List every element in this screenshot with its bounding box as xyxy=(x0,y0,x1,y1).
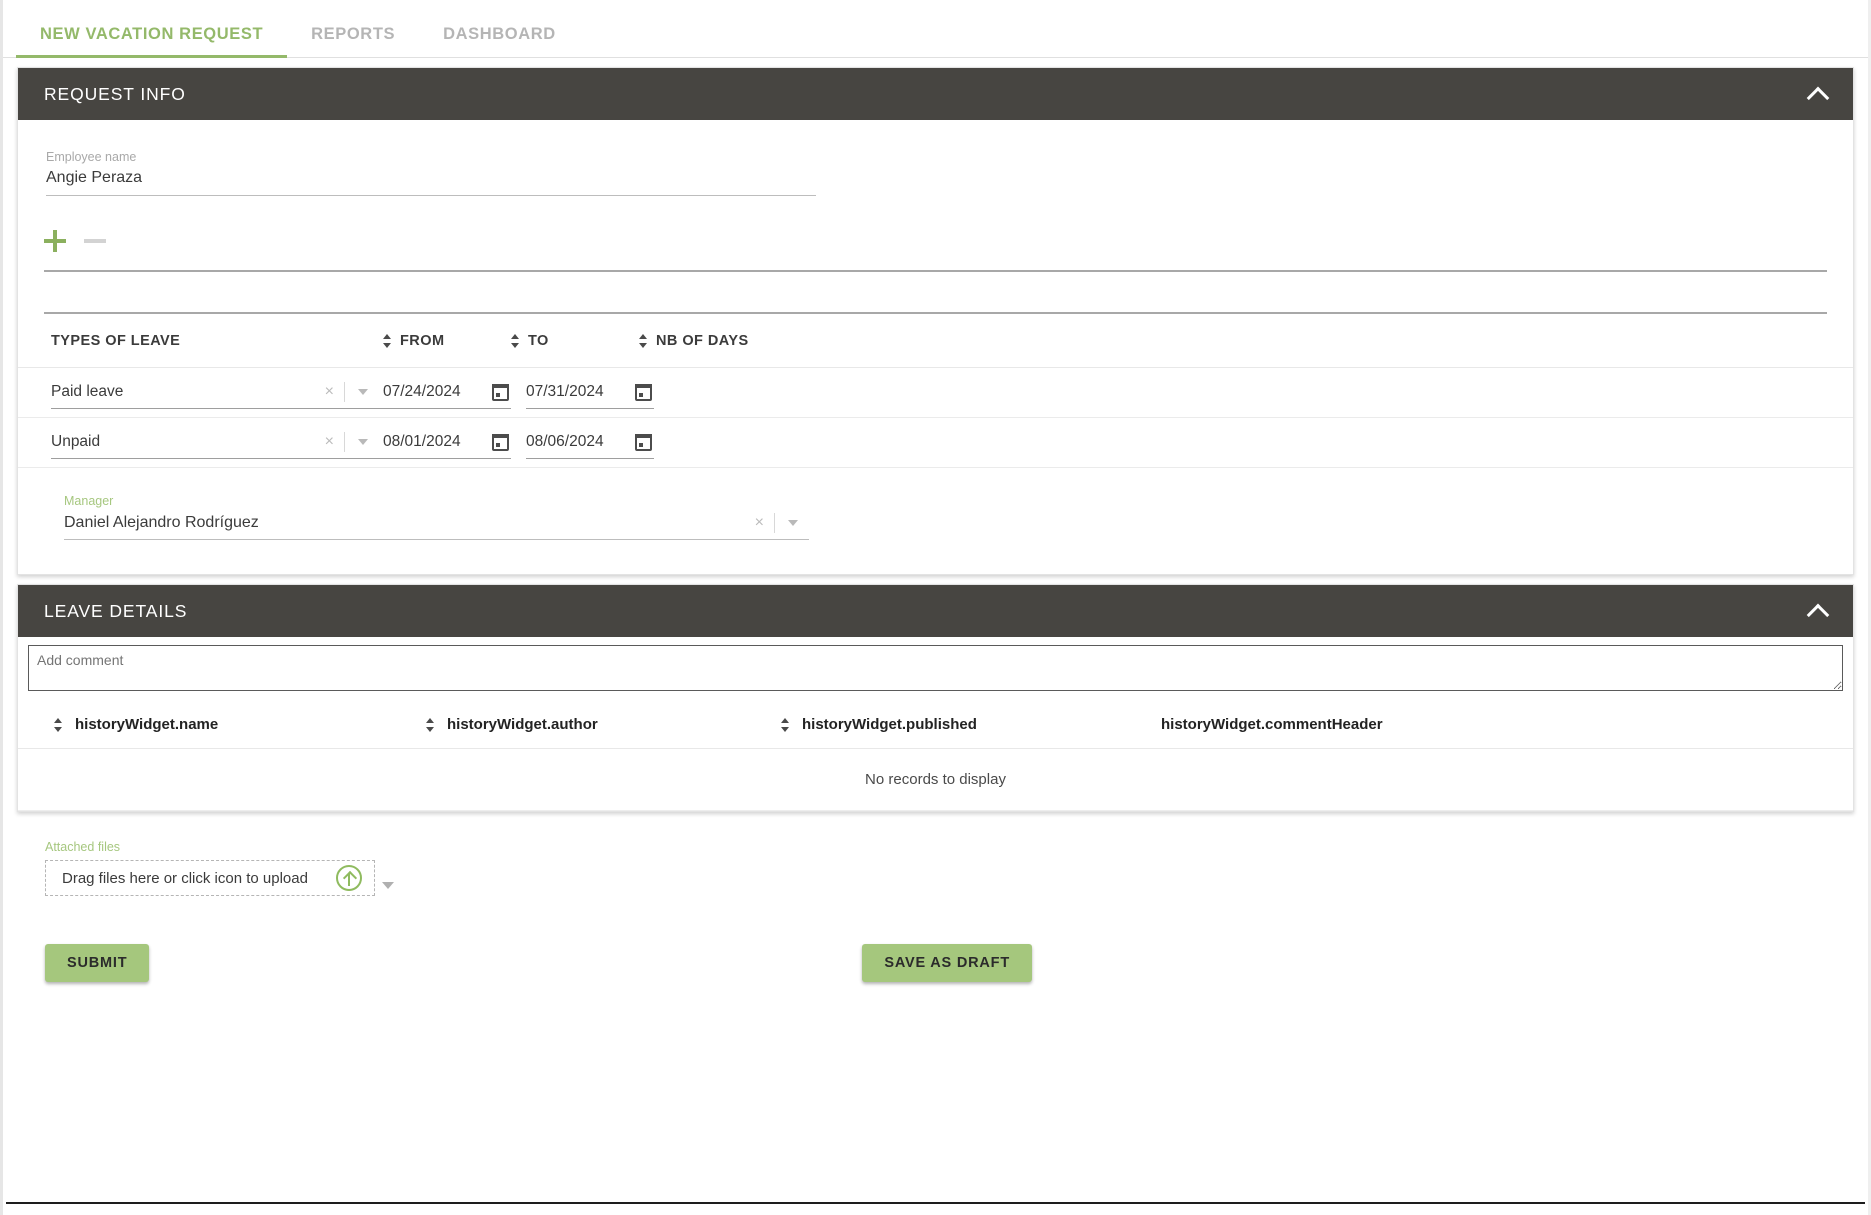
comment-textarea[interactable] xyxy=(28,645,1843,691)
chevron-down-icon[interactable] xyxy=(382,881,394,889)
sort-icon xyxy=(511,333,520,349)
leave-type-select[interactable]: Paid leave × xyxy=(51,376,383,409)
table-row: Paid leave × 07/24/2024 07/31/2024 xyxy=(18,368,1853,418)
remove-row-icon[interactable] xyxy=(84,239,106,243)
chevron-down-icon[interactable] xyxy=(358,389,368,395)
upload-arrow-icon[interactable] xyxy=(336,865,362,891)
employee-name-input[interactable]: Angie Peraza xyxy=(46,169,816,196)
calendar-icon[interactable] xyxy=(492,433,509,451)
manager-select[interactable]: Daniel Alejandro Rodríguez × xyxy=(64,513,809,540)
separator xyxy=(344,432,345,452)
to-date-value: 08/06/2024 xyxy=(526,433,604,450)
add-row-icon[interactable] xyxy=(44,230,66,252)
history-empty-message: No records to display xyxy=(18,749,1853,811)
column-label: TYPES OF LEAVE xyxy=(51,332,181,349)
calendar-icon[interactable] xyxy=(635,383,652,401)
request-info-header: REQUEST INFO xyxy=(18,68,1853,120)
leave-type-value: Paid leave xyxy=(51,383,124,400)
column-header-history-published[interactable]: historyWidget.published xyxy=(781,716,1161,733)
sort-icon xyxy=(781,717,790,733)
attachments-block: Attached files Drag files here or click … xyxy=(3,812,1868,896)
tab-new-vacation-request[interactable]: NEW VACATION REQUEST xyxy=(16,25,288,58)
leave-type-value: Unpaid xyxy=(51,433,101,450)
submit-button[interactable]: SUBMIT xyxy=(45,944,150,982)
table-row: Unpaid × 08/01/2024 08/06/2024 xyxy=(18,418,1853,468)
history-table-header: historyWidget.name historyWidget.author … xyxy=(18,701,1853,749)
separator xyxy=(344,382,345,402)
column-header-history-author[interactable]: historyWidget.author xyxy=(426,716,781,733)
calendar-icon[interactable] xyxy=(635,433,652,451)
calendar-icon[interactable] xyxy=(492,383,509,401)
column-label: historyWidget.commentHeader xyxy=(1161,716,1383,733)
column-header-history-comment: historyWidget.commentHeader xyxy=(1161,716,1541,733)
bottom-divider xyxy=(6,1202,1865,1204)
chevron-down-icon[interactable] xyxy=(358,439,368,445)
manager-field[interactable]: Manager Daniel Alejandro Rodríguez × xyxy=(64,494,809,540)
sort-icon xyxy=(639,333,648,349)
leave-details-header: LEAVE DETAILS xyxy=(18,585,1853,637)
chevron-up-icon[interactable] xyxy=(1807,600,1829,622)
column-header-nb-of-days[interactable]: NB OF DAYS xyxy=(639,333,839,349)
column-label: NB OF DAYS xyxy=(656,332,749,349)
tab-dashboard[interactable]: DASHBOARD xyxy=(419,25,580,58)
row-actions xyxy=(18,196,1853,270)
leave-type-select[interactable]: Unpaid × xyxy=(51,426,383,459)
clear-icon[interactable]: × xyxy=(315,434,344,450)
tab-bar: NEW VACATION REQUEST REPORTS DASHBOARD xyxy=(3,0,1868,58)
tab-label: NEW VACATION REQUEST xyxy=(40,25,264,43)
employee-name-label: Employee name xyxy=(46,150,137,164)
dropzone-text: Drag files here or click icon to upload xyxy=(62,869,308,887)
to-date-field[interactable]: 07/31/2024 xyxy=(526,376,654,409)
from-date-value: 07/24/2024 xyxy=(383,383,461,400)
from-date-field[interactable]: 08/01/2024 xyxy=(383,426,511,459)
sort-icon xyxy=(426,717,435,733)
app-page: NEW VACATION REQUEST REPORTS DASHBOARD R… xyxy=(0,0,1871,1215)
column-header-types-of-leave[interactable]: TYPES OF LEAVE xyxy=(51,333,383,349)
column-header-to[interactable]: TO xyxy=(511,333,639,349)
column-label: historyWidget.published xyxy=(802,716,977,733)
manager-value: Daniel Alejandro Rodríguez xyxy=(64,514,259,531)
to-date-field[interactable]: 08/06/2024 xyxy=(526,426,654,459)
column-label: TO xyxy=(528,332,549,349)
request-info-body: Employee name Angie Peraza TYPES OF LEAV… xyxy=(18,120,1853,574)
action-buttons: SUBMIT SAVE AS DRAFT xyxy=(3,896,1868,982)
employee-name-block: Employee name Angie Peraza xyxy=(18,120,1853,196)
employee-name-field[interactable]: Employee name Angie Peraza xyxy=(46,150,816,196)
tab-reports[interactable]: REPORTS xyxy=(287,25,419,58)
column-header-history-name[interactable]: historyWidget.name xyxy=(54,716,426,733)
from-date-value: 08/01/2024 xyxy=(383,433,461,450)
column-label: FROM xyxy=(400,332,445,349)
chevron-up-icon[interactable] xyxy=(1807,83,1829,105)
save-as-draft-button[interactable]: SAVE AS DRAFT xyxy=(862,944,1032,982)
request-info-card: REQUEST INFO Employee name Angie Peraza xyxy=(17,67,1854,575)
clear-icon[interactable]: × xyxy=(745,515,774,531)
sort-icon xyxy=(383,333,392,349)
leave-details-card: LEAVE DETAILS historyWidget.name history… xyxy=(17,584,1854,812)
sort-icon xyxy=(54,717,63,733)
leave-details-title: LEAVE DETAILS xyxy=(44,600,188,621)
to-date-value: 07/31/2024 xyxy=(526,383,604,400)
column-label: historyWidget.author xyxy=(447,716,598,733)
leave-table-header: TYPES OF LEAVE FROM TO NB OF DAYS xyxy=(18,314,1853,368)
leave-types-table: TYPES OF LEAVE FROM TO NB OF DAYS Paid l… xyxy=(18,314,1853,468)
from-date-field[interactable]: 07/24/2024 xyxy=(383,376,511,409)
separator xyxy=(774,513,775,533)
chevron-down-icon[interactable] xyxy=(788,520,798,526)
tab-label: REPORTS xyxy=(311,25,396,43)
tab-label: DASHBOARD xyxy=(443,25,556,43)
leave-details-body: historyWidget.name historyWidget.author … xyxy=(18,637,1853,811)
file-dropzone[interactable]: Drag files here or click icon to upload xyxy=(45,860,375,896)
request-info-title: REQUEST INFO xyxy=(44,83,186,104)
attached-files-label: Attached files xyxy=(45,840,121,854)
clear-icon[interactable]: × xyxy=(315,384,344,400)
attached-files-row: Drag files here or click icon to upload xyxy=(45,860,1868,896)
manager-label: Manager xyxy=(64,494,114,508)
manager-block: Manager Daniel Alejandro Rodríguez × xyxy=(18,468,1853,574)
column-label: historyWidget.name xyxy=(75,716,219,733)
comment-wrap xyxy=(18,637,1853,691)
column-header-from[interactable]: FROM xyxy=(383,333,511,349)
